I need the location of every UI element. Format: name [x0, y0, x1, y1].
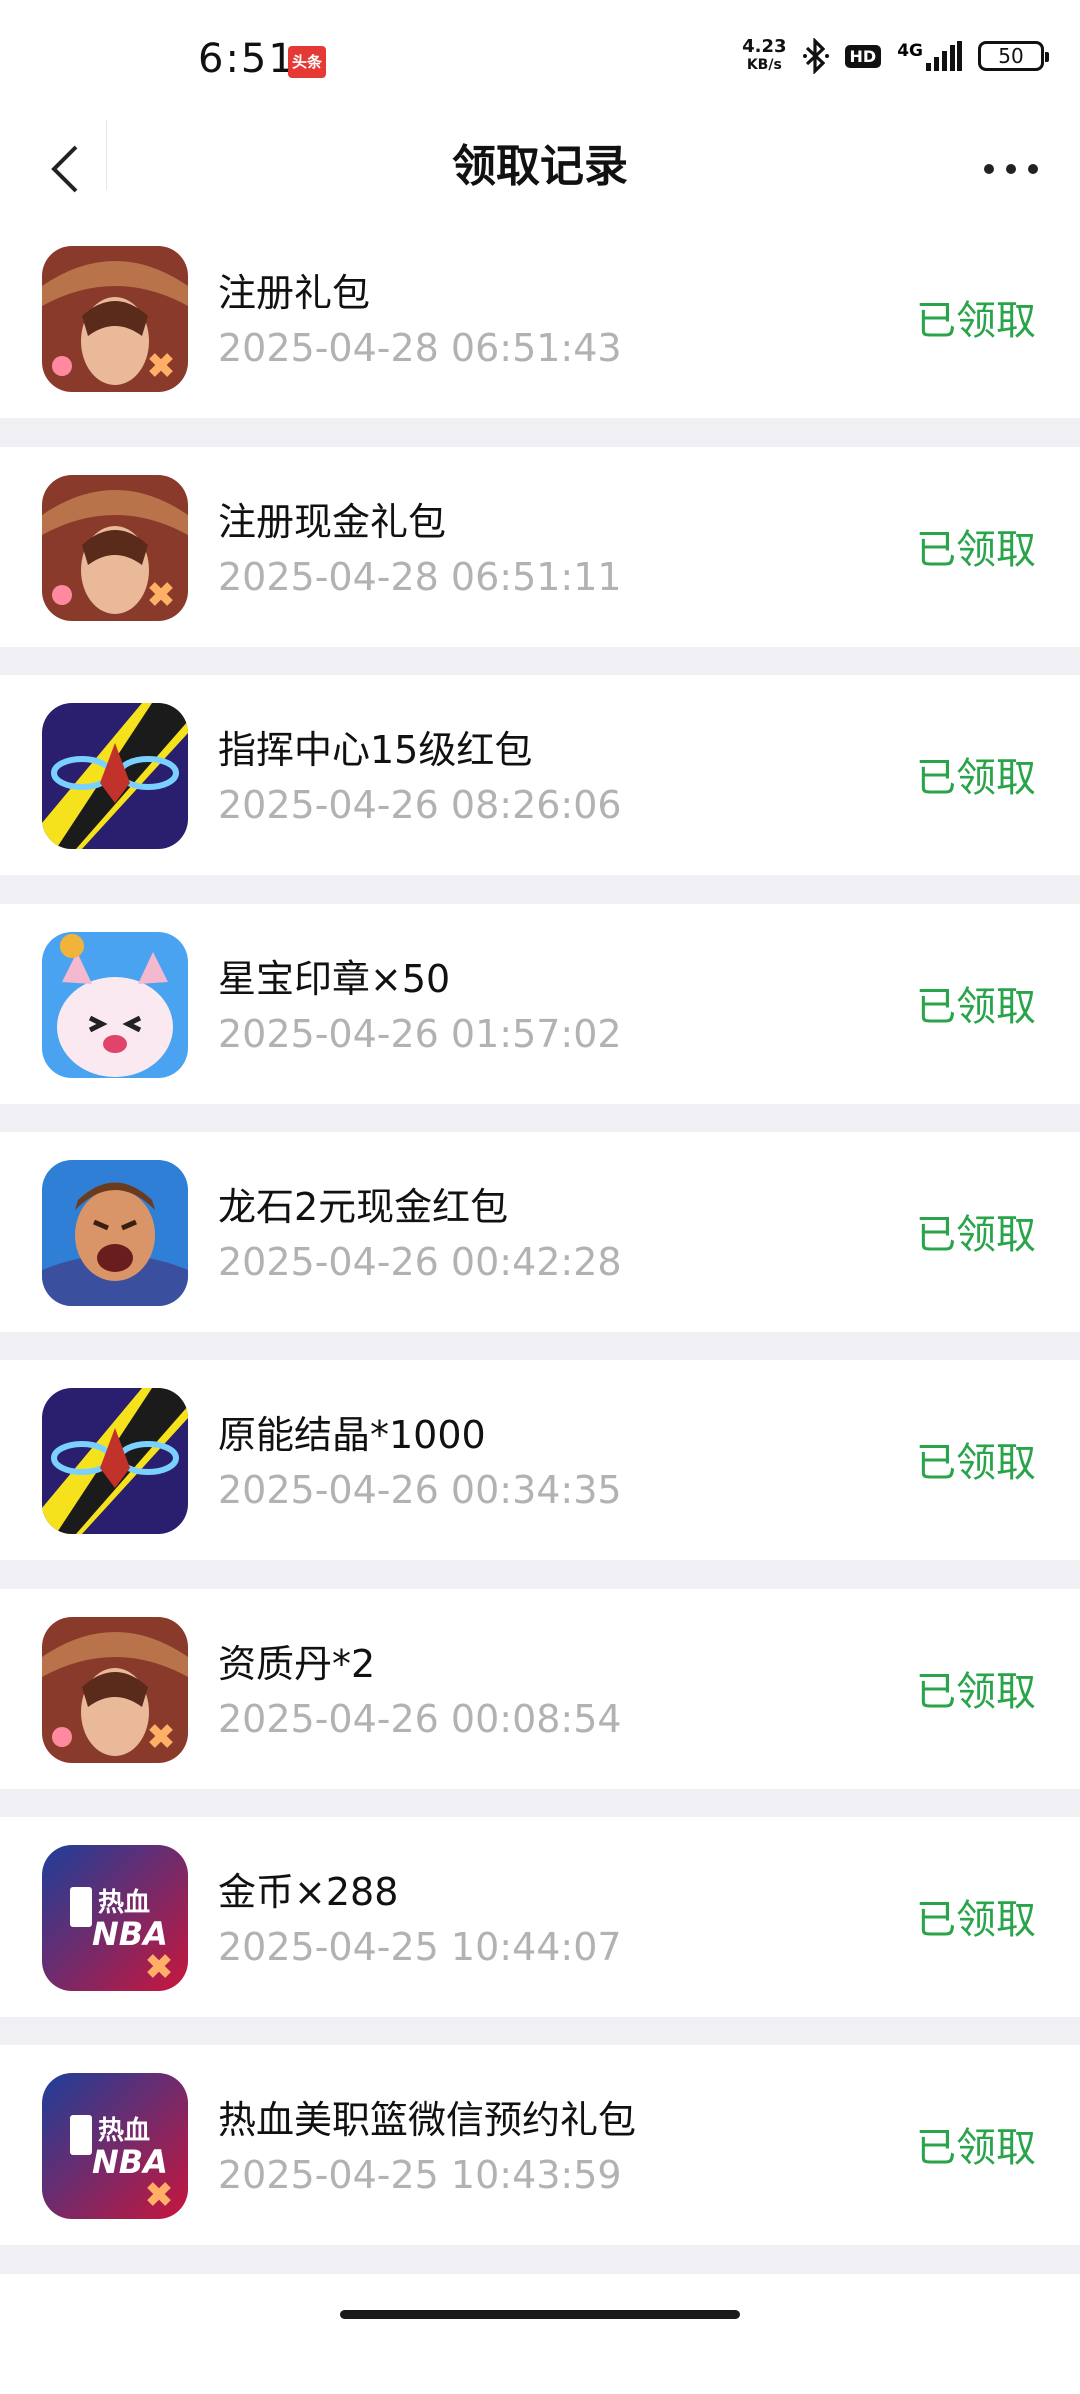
gift-title: 指挥中心15级红包	[218, 728, 533, 772]
home-indicator[interactable]	[340, 2310, 740, 2319]
list-item[interactable]: 星宝印章×50 2025-04-26 01:57:02 已领取	[0, 904, 1080, 1104]
warrior-game-icon	[42, 1617, 188, 1763]
status-label: 已领取	[916, 1669, 1036, 1715]
spaceship-game-icon	[42, 703, 188, 849]
status-label: 已领取	[916, 1440, 1036, 1486]
navigation-bar: 领取记录	[0, 120, 1080, 218]
gift-title: 资质丹*2	[218, 1642, 376, 1686]
claim-time: 2025-04-28 06:51:11	[218, 555, 622, 599]
network-speed-value: 4.23	[742, 36, 787, 57]
list-item[interactable]: 热血 NBA 金币×288 2025-04-25 10:44:07 已领取	[0, 1817, 1080, 2017]
warrior-game-icon	[42, 475, 188, 621]
battery-icon: 50	[978, 41, 1049, 71]
more-options-button[interactable]	[966, 134, 1056, 204]
list-item[interactable]: 资质丹*2 2025-04-26 00:08:54 已领取	[0, 1589, 1080, 1789]
network-speed: 4.23 KB/s	[742, 38, 786, 74]
list-item[interactable]: 热血 NBA 热血美职篮微信预约礼包 2025-04-25 10:43:59 已…	[0, 2045, 1080, 2245]
status-label: 已领取	[916, 1212, 1036, 1258]
hd-label: HD	[844, 44, 882, 68]
gift-title: 注册礼包	[218, 271, 371, 315]
gift-title: 注册现金礼包	[218, 500, 447, 544]
list-item[interactable]: 指挥中心15级红包 2025-04-26 08:26:06 已领取	[0, 675, 1080, 875]
cute-pet-game-icon	[42, 932, 188, 1078]
status-time: 6:51	[198, 36, 296, 82]
svg-text:热血: 热血	[98, 2116, 150, 2146]
spaceship-game-icon	[42, 1388, 188, 1534]
status-label: 已领取	[916, 2125, 1036, 2171]
nba-game-icon: 热血 NBA	[42, 2073, 188, 2219]
signal-label: 4G	[897, 41, 923, 61]
status-indicators: 4.23 KB/s HD 4G 50	[742, 38, 1049, 74]
list-item[interactable]: 注册现金礼包 2025-04-28 06:51:11 已领取	[0, 447, 1080, 647]
claim-time: 2025-04-26 01:57:02	[218, 1012, 622, 1056]
claim-time: 2025-04-26 08:26:06	[218, 783, 622, 827]
claim-time: 2025-04-28 06:51:43	[218, 326, 622, 370]
battery-level: 50	[998, 44, 1024, 68]
status-bar: 6:51 头条 4.23 KB/s HD 4G 50	[0, 0, 1080, 120]
warrior-game-icon	[42, 246, 188, 392]
status-label: 已领取	[916, 1897, 1036, 1943]
status-label: 已领取	[916, 755, 1036, 801]
more-dots-icon	[984, 164, 1038, 174]
gift-title: 金币×288	[218, 1870, 399, 1914]
gift-title: 龙石2元现金红包	[218, 1185, 509, 1229]
claim-time: 2025-04-26 00:42:28	[218, 1240, 622, 1284]
gift-title: 热血美职篮微信预约礼包	[218, 2098, 637, 2142]
claim-time: 2025-04-25 10:43:59	[218, 2153, 622, 2197]
status-label: 已领取	[916, 984, 1036, 1030]
signal-strength-icon: 4G	[897, 41, 962, 71]
page-title: 领取记录	[452, 141, 628, 192]
svg-text:NBA: NBA	[92, 2143, 168, 2181]
nba-game-icon: 热血 NBA	[42, 1845, 188, 1991]
svg-text:NBA: NBA	[92, 1915, 168, 1953]
shouting-hero-game-icon	[42, 1160, 188, 1306]
toutiao-notification-icon: 头条	[288, 46, 326, 78]
status-label: 已领取	[916, 527, 1036, 573]
list-item[interactable]: 原能结晶*1000 2025-04-26 00:34:35 已领取	[0, 1360, 1080, 1560]
list-item-partial[interactable]	[0, 2274, 1080, 2394]
toutiao-badge-label: 头条	[291, 52, 322, 71]
hd-voice-icon: HD	[844, 44, 882, 68]
svg-text:热血: 热血	[98, 1888, 150, 1918]
claim-time: 2025-04-26 00:08:54	[218, 1697, 622, 1741]
network-speed-unit: KB/s	[746, 57, 782, 73]
gift-title: 原能结晶*1000	[218, 1413, 486, 1457]
bluetooth-icon	[802, 38, 829, 74]
claim-time: 2025-04-25 10:44:07	[218, 1925, 622, 1969]
gift-title: 星宝印章×50	[218, 957, 451, 1001]
list-item[interactable]: 龙石2元现金红包 2025-04-26 00:42:28 已领取	[0, 1132, 1080, 1332]
list-item[interactable]: 注册礼包 2025-04-28 06:51:43 已领取	[0, 218, 1080, 418]
status-label: 已领取	[916, 298, 1036, 344]
claim-time: 2025-04-26 00:34:35	[218, 1468, 622, 1512]
